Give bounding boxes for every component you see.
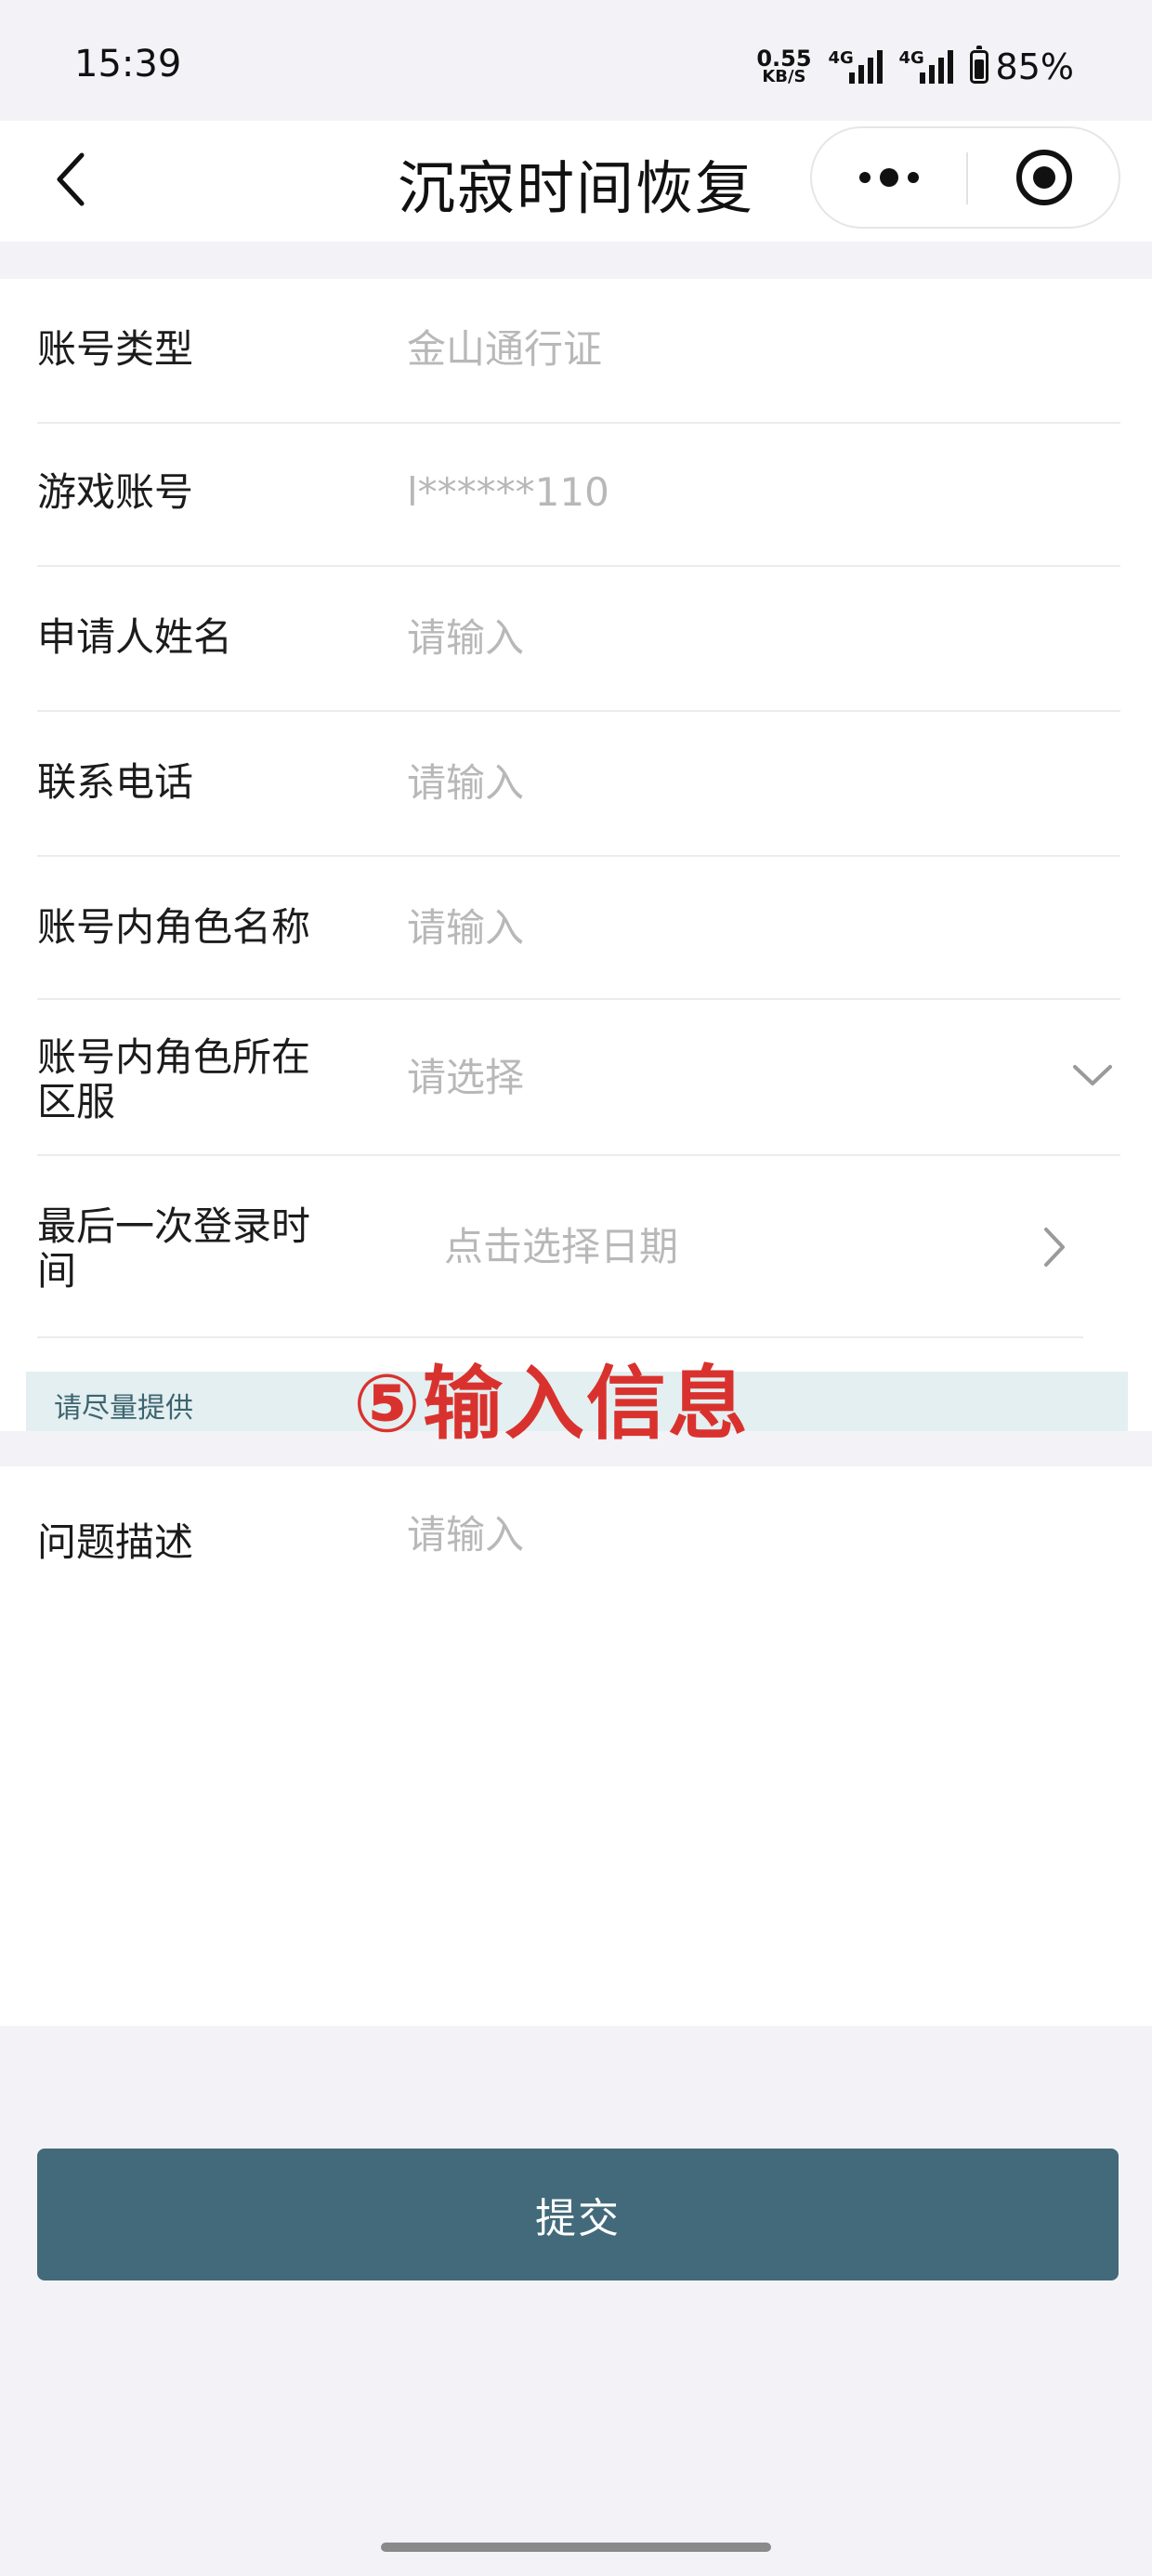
description-label: 问题描述 [37, 1519, 194, 1565]
server-label: 账号内角色所在 区服 [37, 1035, 310, 1124]
role-name-label: 账号内角色名称 [37, 904, 311, 950]
form-card: 账号类型 金山通行证 游戏账号 l******110 申请人姓名 联系电话 账号… [0, 279, 1152, 1431]
target-close-icon [1016, 150, 1072, 205]
role-name-input[interactable] [407, 900, 1039, 955]
last-login-label-line2: 间 [37, 1248, 77, 1294]
last-login-label: 最后一次登录时 间 [37, 1204, 310, 1294]
nav-bar: 沉寂时间恢复 [0, 121, 1152, 242]
status-time: 15:39 [74, 43, 182, 85]
battery-percent: 85% [995, 46, 1074, 87]
status-indicators: 0.55 KB/S 4G 4G 85% [756, 46, 1074, 87]
description-card: 问题描述 [0, 1466, 1152, 2026]
account-type-value: 金山通行证 [407, 326, 603, 372]
more-dots-icon [859, 168, 919, 187]
last-login-label-line1: 最后一次登录时 [37, 1203, 311, 1249]
phone-input[interactable] [407, 755, 1039, 810]
server-label-line1: 账号内角色所在 [37, 1034, 311, 1080]
battery-indicator: 85% [969, 46, 1074, 87]
hint-text: 请尽量提供 [54, 1392, 193, 1425]
server-select[interactable]: 请选择 [407, 1056, 524, 1100]
signal-icon: 4G [829, 48, 883, 85]
account-type-label: 账号类型 [37, 326, 194, 372]
server-label-line2: 区服 [37, 1079, 116, 1124]
network-speed: 0.55 KB/S [756, 46, 812, 86]
battery-icon [969, 46, 988, 84]
applicant-name-row: 申请人姓名 [37, 565, 1120, 712]
signal-icon: 4G [899, 48, 953, 85]
chevron-right-icon[interactable] [1028, 1219, 1083, 1275]
applicant-name-input[interactable] [407, 610, 1039, 665]
game-account-value: l******110 [407, 469, 609, 515]
network-speed-unit: KB/S [762, 67, 806, 86]
network-speed-value: 0.55 [756, 46, 812, 72]
more-button[interactable] [812, 128, 966, 227]
home-indicator[interactable] [381, 2543, 771, 2552]
game-account-label: 游戏账号 [37, 469, 194, 515]
annotation-label: ⑤输入信息 [353, 1358, 750, 1451]
phone-label: 联系电话 [37, 759, 194, 805]
role-name-row: 账号内角色名称 [37, 855, 1120, 1000]
description-input[interactable] [407, 1504, 1113, 1987]
close-mini-program-button[interactable] [968, 128, 1120, 227]
chevron-down-icon[interactable] [1065, 1048, 1120, 1104]
phone-row: 联系电话 [37, 710, 1120, 857]
game-account-row: 游戏账号 l******110 [37, 422, 1120, 567]
server-row[interactable]: 账号内角色所在 区服 请选择 [37, 998, 1120, 1156]
applicant-name-label: 申请人姓名 [37, 614, 233, 660]
last-login-row[interactable]: 最后一次登录时 间 点击选择日期 [37, 1154, 1083, 1338]
date-picker[interactable]: 点击选择日期 [444, 1225, 678, 1269]
submit-button[interactable]: 提交 [37, 2149, 1119, 2280]
mini-program-capsule [810, 126, 1120, 229]
account-type-row: 账号类型 金山通行证 [37, 279, 1120, 424]
